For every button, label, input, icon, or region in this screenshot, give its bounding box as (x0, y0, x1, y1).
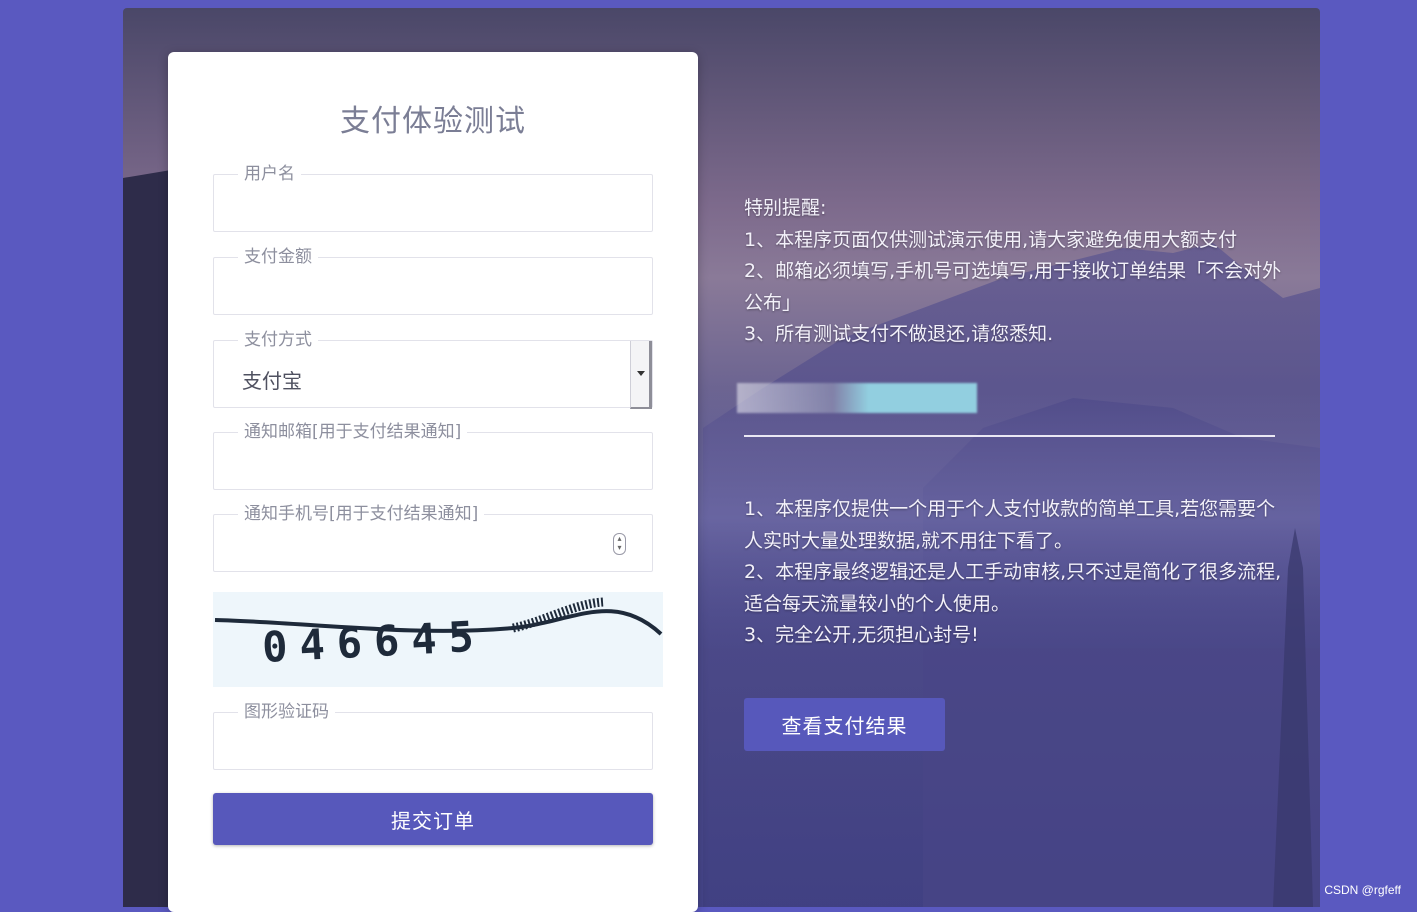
csdn-watermark: CSDN @rgfeff (1324, 883, 1401, 897)
notice-item: 3、所有测试支付不做退还,请您悉知. (744, 323, 1054, 345)
notice-item: 1、本程序页面仅供测试演示使用,请大家避免使用大额支付 (744, 228, 1238, 251)
username-field[interactable]: 用户名 (213, 163, 653, 232)
amount-field[interactable]: 支付金额 (213, 246, 653, 315)
form-title: 支付体验测试 (340, 104, 526, 139)
dropdown-arrow-icon[interactable] (630, 341, 652, 409)
notice-heading: 特别提醒: (744, 197, 827, 219)
email-label: 通知邮箱[用于支付结果通知] (238, 421, 468, 443)
pay-method-select[interactable]: 支付方式 支付宝 (213, 329, 653, 409)
email-input[interactable] (242, 449, 612, 481)
captcha-code-input[interactable] (242, 729, 612, 761)
number-spinner-icon[interactable]: ▴ ▾ (613, 533, 626, 555)
username-label: 用户名 (238, 163, 301, 185)
captcha-text: 046645 (261, 611, 487, 672)
redacted-link (737, 383, 977, 413)
amount-label: 支付金额 (238, 246, 318, 268)
captcha-image[interactable]: 046645 (213, 592, 663, 687)
phone-field[interactable]: 通知手机号[用于支付结果通知] ▴ ▾ (213, 503, 653, 572)
email-field[interactable]: 通知邮箱[用于支付结果通知] (213, 421, 653, 490)
amount-input[interactable] (242, 274, 612, 306)
info-item: 1、本程序仅提供一个用于个人支付收款的简单工具,若您需要个人实时大量处理数据,就… (744, 498, 1276, 552)
info-block: 1、本程序仅提供一个用于个人支付收款的简单工具,若您需要个人实时大量处理数据,就… (744, 494, 1284, 652)
section-divider (744, 435, 1275, 437)
phone-label: 通知手机号[用于支付结果通知] (238, 503, 485, 525)
notice-item: 2、邮箱必须填写,手机号可选填写,用于接收订单结果「不会对外公布」 (744, 260, 1282, 314)
pay-method-label: 支付方式 (238, 329, 318, 351)
phone-input[interactable] (242, 531, 612, 563)
username-input[interactable] (242, 191, 612, 223)
captcha-code-label: 图形验证码 (238, 701, 335, 723)
notice-block: 特别提醒: 1、本程序页面仅供测试演示使用,请大家避免使用大额支付 2、邮箱必须… (744, 193, 1284, 351)
captcha-drawing: 046645 (214, 597, 663, 672)
info-item: 2、本程序最终逻辑还是人工手动审核,只不过是简化了很多流程,适合每天流量较小的个… (744, 561, 1282, 615)
info-item: 3、完全公开,无须担心封号! (744, 624, 979, 646)
check-payment-result-button[interactable]: 查看支付结果 (744, 698, 945, 751)
pay-method-value: 支付宝 (242, 369, 302, 393)
captcha-code-field[interactable]: 图形验证码 (213, 701, 653, 770)
submit-order-button[interactable]: 提交订单 (213, 793, 653, 845)
